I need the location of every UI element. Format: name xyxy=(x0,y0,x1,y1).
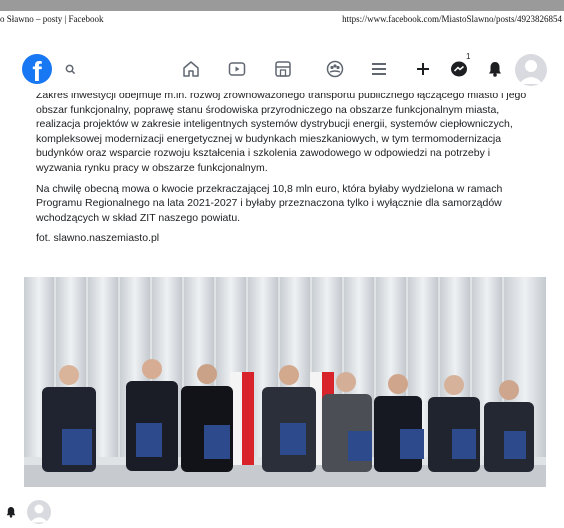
post-paragraph: Na chwilę obecną mowa o kwocie przekracz… xyxy=(36,182,503,224)
search-icon[interactable] xyxy=(62,58,78,80)
browser-top-strip xyxy=(0,0,564,11)
home-icon[interactable] xyxy=(180,58,202,80)
notifications-icon[interactable] xyxy=(6,505,16,523)
marketplace-icon[interactable] xyxy=(272,58,294,80)
messenger-icon[interactable] xyxy=(448,58,470,80)
groups-icon[interactable] xyxy=(324,58,346,80)
facebook-logo[interactable]: f xyxy=(22,54,52,84)
window-title: o Sławno – posty | Facebook xyxy=(0,14,104,24)
watch-icon[interactable] xyxy=(226,58,248,80)
notifications-icon[interactable] xyxy=(484,58,506,80)
profile-avatar[interactable] xyxy=(27,500,51,524)
post-text: Zakres inwestycji obejmuje m.in. rozwój … xyxy=(24,93,546,273)
browser-title-bar: o Sławno – posty | Facebook https://www.… xyxy=(0,11,564,27)
post-photo[interactable] xyxy=(24,277,546,487)
menu-icon[interactable] xyxy=(368,58,390,80)
photo-credit: fot. slawno.naszemiasto.pl xyxy=(36,232,160,245)
facebook-nav-bar: f 1 xyxy=(0,45,564,93)
post-paragraph: Zakres inwestycji obejmuje m.in. rozwój … xyxy=(36,93,527,174)
profile-avatar[interactable] xyxy=(515,54,547,86)
create-icon[interactable] xyxy=(412,58,434,80)
footer-bar xyxy=(0,495,80,528)
messenger-badge: 1 xyxy=(466,52,471,61)
url-text[interactable]: https://www.facebook.com/MiastoSlawno/po… xyxy=(342,14,562,24)
